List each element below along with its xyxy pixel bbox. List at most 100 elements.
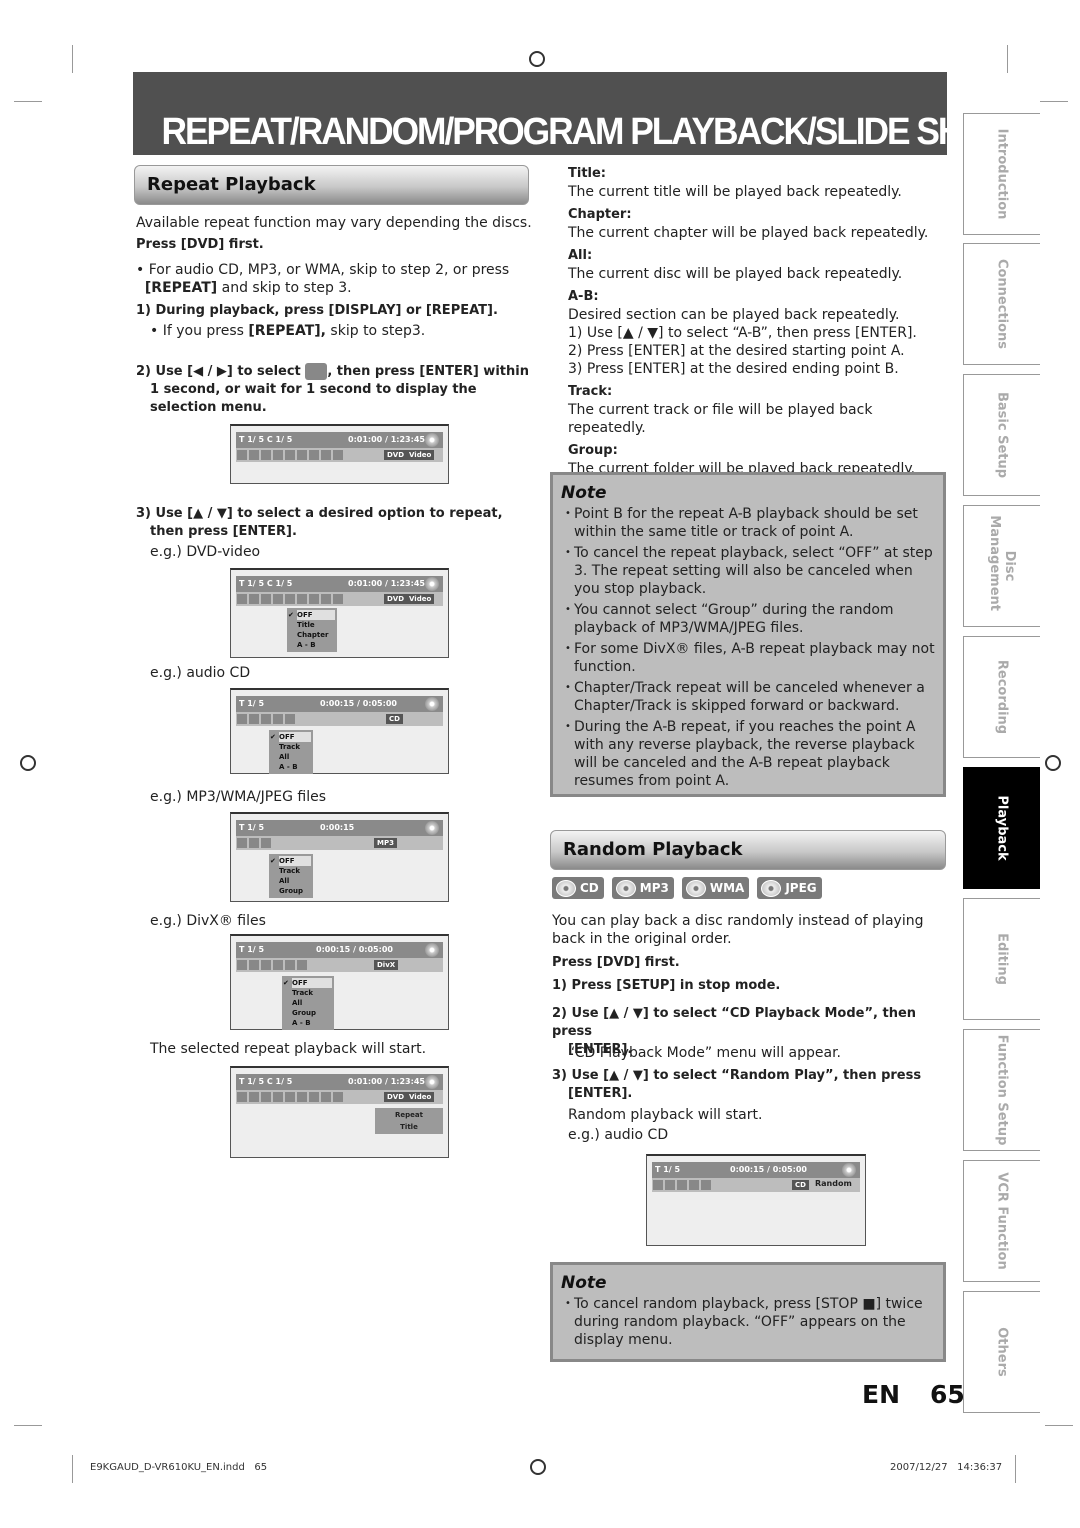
menu-item-group[interactable]: Group	[282, 1008, 334, 1018]
eg-mp3: e.g.) MP3/WMA/JPEG files	[150, 789, 327, 805]
menu-item-group[interactable]: Group	[269, 886, 313, 896]
registration-mark-icon	[530, 1459, 546, 1475]
tab-basic-setup[interactable]: Basic Setup	[963, 374, 1040, 496]
registration-mark-icon	[1045, 755, 1061, 771]
repeat-step2: 2) Use [◀ / ▶] to select , then press [E…	[136, 363, 531, 417]
ab-step: 3) Press [ENTER] at the desired ending p…	[568, 361, 899, 377]
repeat-will-start: The selected repeat playback will start.	[150, 1041, 427, 1057]
disc-icon	[425, 577, 439, 591]
osd-time: 0:01:00 / 1:23:45	[348, 579, 425, 588]
crop-mark	[1015, 1455, 1016, 1483]
osd-icon-row: DVD Video	[236, 448, 443, 462]
menu-item-all[interactable]: All	[269, 876, 313, 886]
random-press-dvd: Press [DVD] first.	[552, 955, 680, 970]
menu-item-all[interactable]: All	[269, 752, 313, 762]
tab-disc-management[interactable]: Disc Management	[963, 505, 1040, 627]
osd-dvd-display: T 1/ 5 C 1/ 5 0:01:00 / 1:23:45 DVD Video	[230, 424, 449, 484]
eg-dvd: e.g.) DVD-video	[150, 544, 261, 560]
footer-date: 2007/12/27 14:36:37	[890, 1462, 1003, 1473]
registration-mark-icon	[529, 51, 545, 67]
registration-mark-icon	[20, 755, 36, 771]
note-item: To cancel the repeat playback, select “O…	[565, 544, 935, 598]
repeat-menu: ✔ OFF Track All A - B	[269, 730, 313, 774]
note-item: For some DivX® files, A-B repeat playbac…	[565, 640, 935, 676]
repeat-options-list: Title: The current title will be played …	[568, 165, 953, 478]
osd-time: 0:00:15 / 0:05:00	[730, 1165, 807, 1174]
video-chip: Video	[406, 1092, 435, 1102]
tab-introduction[interactable]: Introduction	[963, 113, 1040, 235]
option-label: Title:	[568, 166, 607, 181]
tab-label: Function Setup	[994, 1034, 1010, 1146]
crop-mark	[1045, 1425, 1073, 1426]
tab-recording[interactable]: Recording	[963, 636, 1040, 758]
repeat-value: Title	[400, 1123, 418, 1131]
check-icon: ✔	[270, 857, 276, 865]
note-item: During the A-B repeat, if you reaches th…	[565, 718, 935, 790]
menu-item-off[interactable]: ✔ OFF	[270, 732, 311, 742]
osd-track: T 1/ 5	[239, 823, 265, 832]
cd-badge: CD	[552, 877, 604, 899]
page-title: REPEAT/RANDOM/PROGRAM PLAYBACK/SLIDE SHO…	[161, 111, 1020, 153]
menu-item-track[interactable]: Track	[269, 742, 313, 752]
bullet-text-post: and skip to step 3.	[217, 280, 352, 296]
wma-badge: WMA	[681, 877, 750, 899]
menu-item-off[interactable]: ✔ OFF	[288, 610, 335, 620]
osd-cd-repeat-menu: T 1/ 5 0:00:15 / 0:05:00 CD ✔ OFF Track Al…	[230, 688, 449, 774]
random-label: Random	[815, 1179, 852, 1188]
sub-text-post: skip to step3.	[325, 323, 426, 339]
step2-text: 2) Use [▲ / ▼] to select “CD Playback Mo…	[552, 1006, 917, 1039]
crop-mark	[72, 1455, 73, 1483]
step3-text-b: [ENTER].	[568, 1086, 633, 1101]
random-intro: You can play back a disc randomly instea…	[552, 913, 924, 947]
random-step1: 1) Press [SETUP] in stop mode.	[552, 978, 781, 993]
menu-item-title[interactable]: Title	[287, 620, 337, 630]
tab-label: Connections	[994, 258, 1010, 350]
tab-label: Editing	[994, 933, 1010, 985]
option-label: A-B:	[568, 289, 599, 304]
menu-item-ab[interactable]: A - B	[269, 762, 313, 772]
video-chip: Video	[406, 594, 435, 604]
disc-icon	[425, 1075, 439, 1089]
menu-item-chapter[interactable]: Chapter	[287, 630, 337, 640]
format-badges: CD MP3 WMA JPEG	[552, 877, 830, 899]
menu-item-off[interactable]: ✔ OFF	[270, 856, 311, 866]
bullet-text: For audio CD, MP3, or WMA, skip to step …	[148, 262, 510, 278]
tab-label: Playback	[994, 795, 1010, 861]
note-item: You cannot select “Group” during the ran…	[565, 601, 935, 637]
osd-time: 0:00:15 / 0:05:00	[316, 945, 393, 954]
tab-label: Introduction	[994, 128, 1010, 220]
option-label: Group:	[568, 443, 618, 458]
osd-time: 0:00:15 / 0:05:00	[320, 699, 397, 708]
press-dvd-first: Press [DVD] first.	[136, 237, 264, 252]
option-desc: The current track or file will be played…	[568, 402, 873, 436]
repeat-step3: 3) Use [▲ / ▼] to select a desired optio…	[136, 505, 531, 541]
osd-time: 0:01:00 / 1:23:45	[348, 435, 425, 444]
option-desc: The current chapter will be played back …	[568, 225, 929, 241]
menu-item-ab[interactable]: A - B	[287, 640, 337, 650]
menu-item-track[interactable]: Track	[269, 866, 313, 876]
sub-key: [REPEAT],	[248, 323, 326, 339]
tab-others[interactable]: Others	[963, 1291, 1040, 1413]
repeat-intro: Available repeat function may vary depen…	[136, 215, 532, 231]
page-num: 65	[930, 1380, 965, 1409]
tab-vcr-function[interactable]: VCR Function	[963, 1160, 1040, 1282]
tab-function-setup[interactable]: Function Setup	[963, 1029, 1040, 1151]
crop-mark	[72, 45, 73, 73]
menu-item-track[interactable]: Track	[282, 988, 334, 998]
menu-item-ab[interactable]: A - B	[282, 1018, 334, 1028]
crop-mark	[1040, 101, 1068, 102]
step3-text: 3) Use [▲ / ▼] to select a desired optio…	[136, 506, 503, 521]
check-icon: ✔	[288, 611, 294, 619]
osd-time: 0:01:00 / 1:23:45	[348, 1077, 425, 1086]
tab-playback[interactable]: Playback	[963, 767, 1040, 889]
menu-item-off[interactable]: ✔ OFF	[283, 978, 332, 988]
footer-file: E9KGAUD_D-VR610KU_EN.indd 65	[90, 1462, 268, 1473]
osd-repeat-title: T 1/ 5 C 1/ 5 0:01:00 / 1:23:45 DVD Video …	[230, 1066, 449, 1158]
dvd-chip: DVD	[384, 1092, 408, 1102]
repeat-step1: 1) During playback, press [DISPLAY] or […	[136, 303, 498, 318]
tab-editing[interactable]: Editing	[963, 898, 1040, 1020]
disc-icon	[425, 697, 439, 711]
tab-connections[interactable]: Connections	[963, 243, 1040, 365]
osd-cd-random: T 1/ 5 0:00:15 / 0:05:00 CD Random	[646, 1154, 866, 1246]
menu-item-all[interactable]: All	[282, 998, 334, 1008]
